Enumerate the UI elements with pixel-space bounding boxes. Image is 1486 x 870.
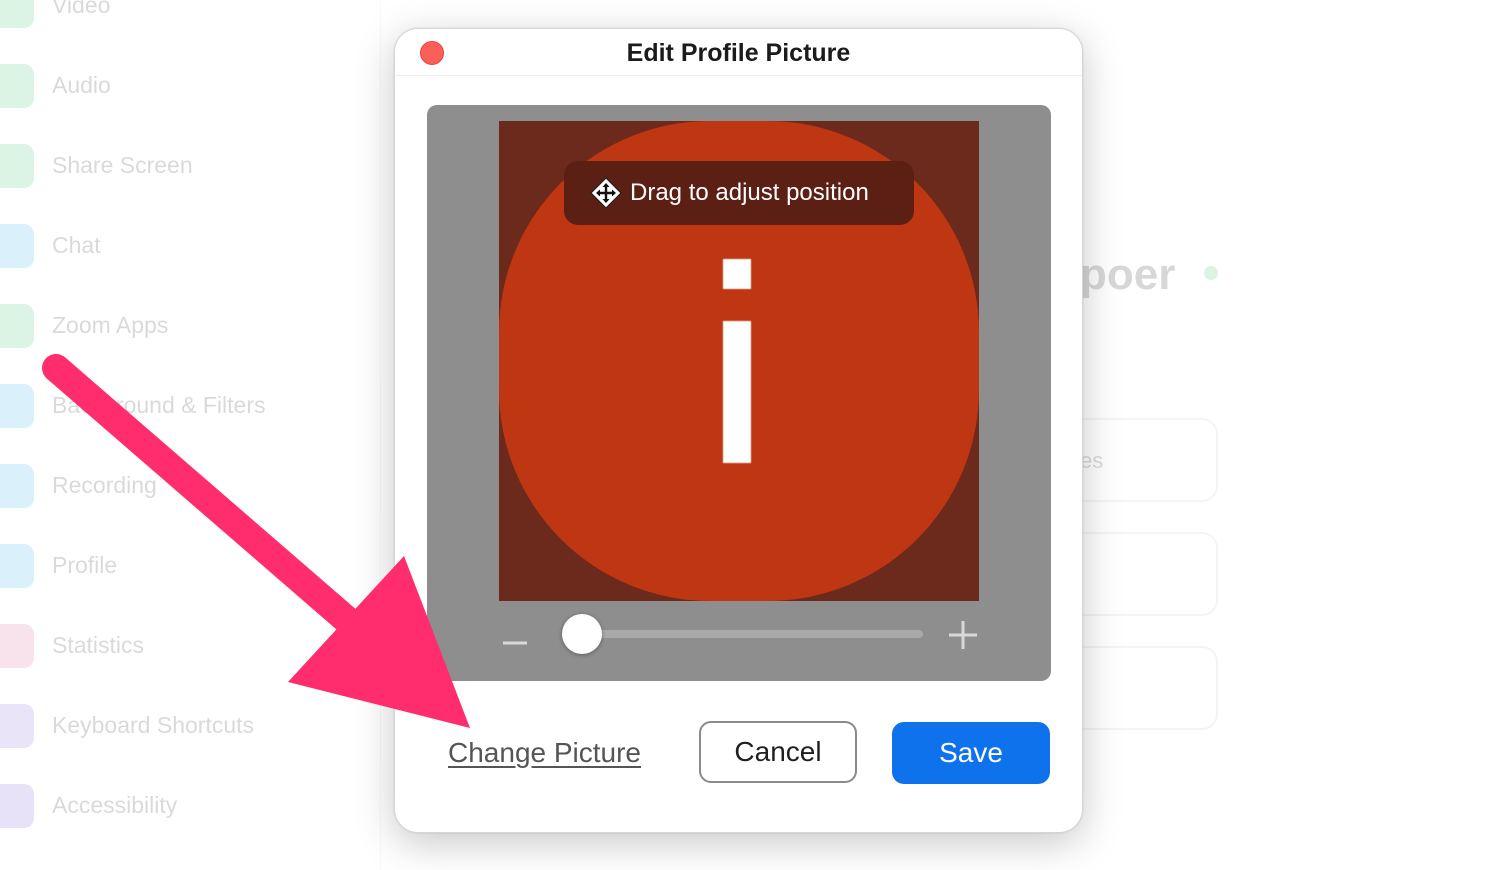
video-icon bbox=[0, 0, 34, 28]
dialog-title: Edit Profile Picture bbox=[626, 39, 851, 67]
sidebar-item-profile[interactable]: Profile bbox=[0, 540, 360, 590]
headphones-icon bbox=[0, 64, 34, 108]
chat-icon bbox=[0, 224, 34, 268]
plus-icon[interactable] bbox=[949, 621, 977, 649]
settings-sidebar: Video Audio Share Screen Chat Zoom Apps … bbox=[0, 0, 381, 870]
background-icon bbox=[0, 384, 34, 428]
recording-icon bbox=[0, 464, 34, 508]
drag-hint-text: Drag to adjust position bbox=[630, 179, 869, 206]
sidebar-item-video[interactable]: Video bbox=[0, 0, 360, 30]
status-dot bbox=[1204, 266, 1218, 280]
statistics-icon bbox=[0, 624, 34, 668]
cancel-button[interactable]: Cancel bbox=[699, 721, 857, 783]
drag-to-adjust-hint[interactable]: Drag to adjust position bbox=[564, 161, 914, 225]
sidebar-item-keyboard-shortcuts[interactable]: Keyboard Shortcuts bbox=[0, 700, 360, 750]
glyph-dot bbox=[723, 259, 751, 289]
zoom-slider-track[interactable] bbox=[575, 630, 923, 638]
keyboard-icon bbox=[0, 704, 34, 748]
sidebar-item-audio[interactable]: Audio bbox=[0, 60, 360, 110]
glyph-stem bbox=[723, 321, 751, 463]
accessibility-icon bbox=[0, 784, 34, 828]
sidebar-item-statistics[interactable]: Statistics bbox=[0, 620, 360, 670]
info-letter-i-glyph bbox=[723, 259, 751, 463]
sidebar-item-label: Statistics bbox=[52, 632, 145, 658]
sidebar-item-background-filters[interactable]: Background & Filters bbox=[0, 380, 360, 430]
minus-icon[interactable] bbox=[503, 631, 527, 655]
sidebar-item-label: Audio bbox=[52, 72, 111, 98]
sidebar-item-label: Video bbox=[52, 0, 111, 18]
sidebar-item-label: Accessibility bbox=[52, 792, 178, 818]
profile-icon bbox=[0, 544, 34, 588]
dialog-titlebar: Edit Profile Picture bbox=[395, 29, 1082, 76]
profile-name: poer bbox=[1080, 250, 1176, 299]
zoom-slider-thumb[interactable] bbox=[561, 614, 602, 654]
sidebar-item-label: Zoom Apps bbox=[52, 312, 169, 338]
sidebar-item-recording[interactable]: Recording bbox=[0, 460, 360, 510]
move-arrows-icon bbox=[590, 177, 622, 209]
share-screen-icon bbox=[0, 144, 34, 188]
sidebar-item-accessibility[interactable]: Accessibility bbox=[0, 780, 360, 830]
sidebar-item-label: Share Screen bbox=[52, 152, 193, 178]
change-picture-link[interactable]: Change Picture bbox=[448, 737, 641, 769]
zoom-apps-icon bbox=[0, 304, 34, 348]
picture-crop-area: Drag to adjust position bbox=[427, 105, 1051, 681]
sidebar-item-label: Profile bbox=[52, 552, 118, 578]
sidebar-item-share-screen[interactable]: Share Screen bbox=[0, 140, 360, 190]
sidebar-item-chat[interactable]: Chat bbox=[0, 220, 360, 270]
sidebar-item-label: Recording bbox=[52, 472, 157, 498]
sidebar-item-label: Chat bbox=[52, 232, 101, 258]
save-button[interactable]: Save bbox=[892, 722, 1050, 784]
edit-profile-picture-dialog: Edit Profile Picture Drag to adjust posi… bbox=[394, 28, 1083, 833]
profile-picture-preview[interactable]: Drag to adjust position bbox=[499, 121, 979, 601]
profile-option-label: es bbox=[1080, 448, 1104, 473]
sidebar-item-label: Keyboard Shortcuts bbox=[52, 712, 255, 738]
sidebar-item-zoom-apps[interactable]: Zoom Apps bbox=[0, 300, 360, 350]
sidebar-item-label: Background & Filters bbox=[52, 392, 266, 418]
